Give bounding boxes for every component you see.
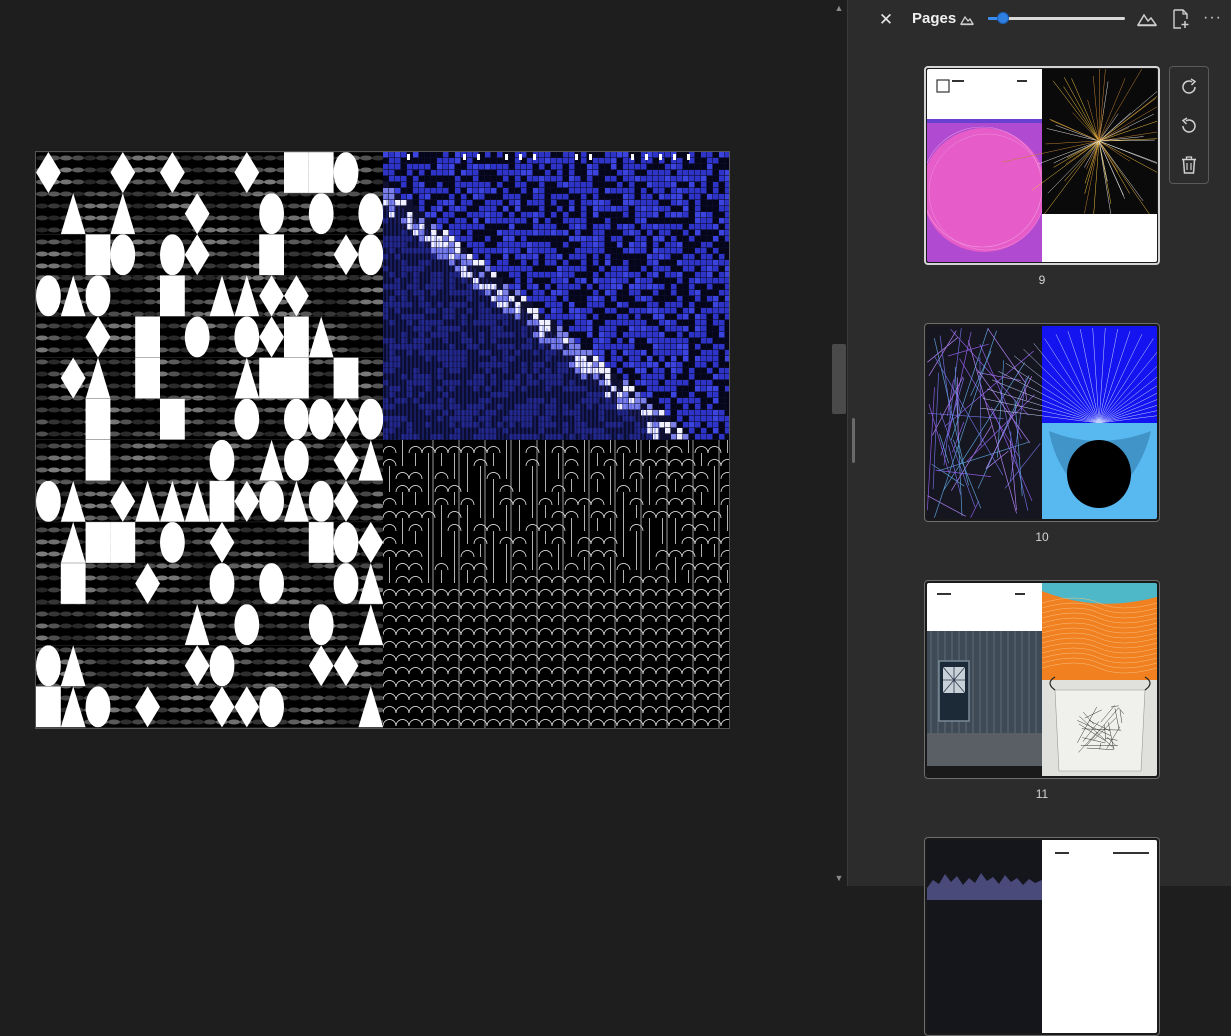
shapes-pattern-artwork [36, 152, 383, 728]
arc-lines-artwork [383, 440, 729, 728]
shapes-pattern-svg [36, 152, 383, 728]
arc-lines [383, 440, 729, 728]
thumbnail-page-11-number: 11 [924, 787, 1160, 801]
thumbnail-size-slider[interactable] [988, 17, 1125, 20]
rotate-counterclockwise-icon[interactable] [1179, 116, 1199, 136]
insert-page-icon[interactable] [1172, 9, 1190, 29]
blue-grid-artwork [383, 152, 729, 440]
canvas-scrollbar[interactable]: ▲ ▼ [832, 0, 847, 886]
document-canvas[interactable] [0, 0, 832, 886]
thumbnail-page-12-image [927, 840, 1157, 1033]
zoom-out-mountain-icon[interactable] [960, 12, 974, 26]
page-10-preview-svg [927, 326, 1157, 519]
arc-vertical-lines [433, 440, 719, 728]
thumbnail-page-11[interactable] [924, 580, 1160, 779]
thumbnail-page-9-number: 9 [924, 273, 1160, 287]
thumbnail-page-9-image [927, 69, 1157, 262]
thumbnail-page-9[interactable] [924, 66, 1160, 265]
scroll-down-arrow-icon[interactable]: ▼ [834, 873, 844, 883]
pages-panel: ✕ Pages ··· [848, 0, 1231, 886]
rotate-clockwise-icon[interactable] [1179, 77, 1199, 97]
scrollbar-thumb[interactable] [832, 344, 846, 414]
page-11-preview-svg [927, 583, 1157, 776]
current-page-image [35, 151, 730, 729]
panel-title: Pages [912, 9, 956, 29]
slider-knob[interactable] [997, 12, 1009, 24]
thumbnail-page-10-image [927, 326, 1157, 519]
page-9-preview-svg [927, 69, 1157, 262]
zoom-in-mountain-icon[interactable] [1137, 10, 1157, 28]
page-tools-toolbar [1169, 66, 1209, 184]
thumbnail-page-11-image [927, 583, 1157, 776]
thumbnail-page-10[interactable] [924, 323, 1160, 522]
trash-icon[interactable] [1179, 155, 1199, 175]
blue-grid-svg [383, 152, 729, 440]
thumbnail-page-10-number: 10 [924, 530, 1160, 544]
pages-panel-header: ✕ Pages ··· [848, 0, 1231, 40]
thumbnail-page-12[interactable] [924, 837, 1160, 1036]
close-icon[interactable]: ✕ [878, 10, 894, 30]
more-options-icon[interactable]: ··· [1203, 8, 1225, 28]
panel-resize-handle[interactable] [852, 418, 855, 463]
scroll-up-arrow-icon[interactable]: ▲ [834, 3, 844, 13]
page-12-preview-svg [927, 840, 1157, 1033]
arc-lines-svg [383, 440, 729, 728]
